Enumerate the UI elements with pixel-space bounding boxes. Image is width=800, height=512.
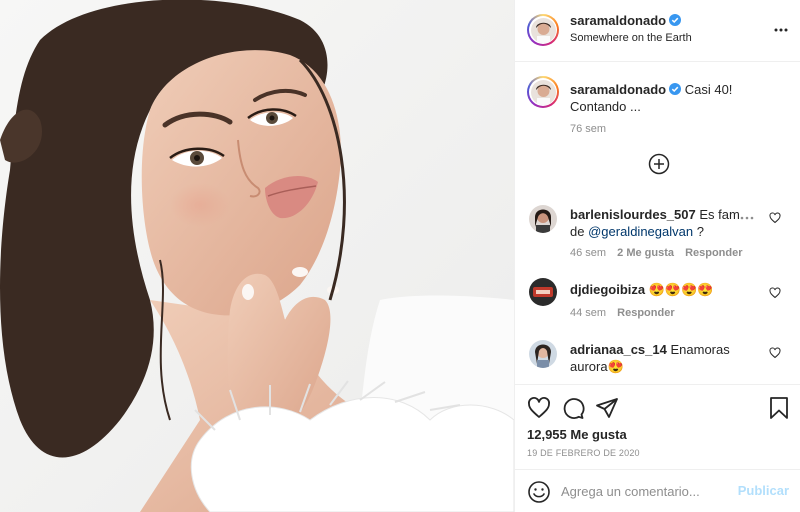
publish-button[interactable]: Publicar <box>738 483 789 498</box>
comment-mention-link[interactable]: @geraldinegalvan <box>588 224 693 239</box>
bookmark-icon[interactable] <box>767 396 791 420</box>
heart-icon[interactable] <box>527 396 551 420</box>
commenter-avatar[interactable] <box>529 340 557 368</box>
caption-text-line2: Contando ... <box>570 99 641 114</box>
author-avatar[interactable] <box>527 14 559 46</box>
commenter-avatar-image <box>529 340 557 368</box>
post-photo[interactable] <box>0 0 514 512</box>
comment-text-line2: aurora😍 <box>570 359 624 374</box>
comment-text-suffix: ? <box>696 224 704 239</box>
post-date[interactable]: 19 DE FEBRERO DE 2020 <box>527 448 640 458</box>
more-options-icon[interactable] <box>773 22 789 38</box>
portrait-illustration <box>0 0 514 512</box>
caption-username[interactable]: saramaldonado <box>570 82 666 97</box>
caption-verified-badge-icon <box>669 83 682 95</box>
post-side-panel: saramaldonado Somewhere on the Earth sar… <box>514 0 800 512</box>
comment-like-heart-icon[interactable] <box>769 212 781 224</box>
comment-like-heart-icon[interactable] <box>769 347 781 359</box>
comment-age[interactable]: 46 sem <box>570 247 606 259</box>
commenter-avatar-image <box>529 205 557 233</box>
post-caption: saramaldonado Casi 40! Contando ... <box>570 81 785 115</box>
comment-username[interactable]: djdiegoibiza <box>570 282 645 297</box>
comment-text-block: djdiegoibiza 😍😍😍😍 <box>570 281 740 298</box>
commenter-avatar[interactable] <box>529 278 557 306</box>
comment-text: Es fam <box>699 207 740 222</box>
instagram-post: saramaldonado Somewhere on the Earth sar… <box>0 0 800 512</box>
comment-username[interactable]: adrianaa_cs_14 <box>570 342 667 357</box>
caption-timestamp[interactable]: 76 sem <box>570 123 606 135</box>
comment-icon[interactable] <box>561 396 585 420</box>
author-avatar-image <box>530 17 556 43</box>
caption-author-avatar[interactable] <box>527 76 559 108</box>
caption-avatar-image <box>530 79 556 105</box>
comment-text: Enamoras <box>670 342 730 357</box>
author-name-row: saramaldonado <box>570 13 682 28</box>
comment-input[interactable] <box>561 480 741 502</box>
comment-age[interactable]: 44 sem <box>570 307 606 319</box>
commenter-avatar-image <box>529 278 557 306</box>
comment-text: 😍😍😍😍 <box>648 282 714 297</box>
post-header: saramaldonado Somewhere on the Earth <box>515 0 800 62</box>
caption-text: Casi 40! <box>684 82 733 97</box>
comment-meta: 46 sem 2 Me gusta Responder <box>570 247 743 259</box>
share-icon[interactable] <box>595 396 619 420</box>
post-location[interactable]: Somewhere on the Earth <box>570 32 692 44</box>
post-likes-count[interactable]: 12,955 Me gusta <box>527 427 627 442</box>
comment-likes[interactable]: 2 Me gusta <box>617 247 674 259</box>
comment-meta: 44 sem Responder <box>570 307 675 319</box>
post-actions: 12,955 Me gusta 19 DE FEBRERO DE 2020 Pu… <box>515 384 800 512</box>
comment-options-icon[interactable] <box>740 215 754 221</box>
author-username[interactable]: saramaldonado <box>570 13 666 28</box>
comment-reply-button[interactable]: Responder <box>685 247 742 259</box>
comment-text-prefix: de <box>570 224 585 239</box>
add-comment-bar: Publicar <box>515 469 800 512</box>
verified-badge-icon <box>669 14 682 26</box>
comment-text-block: adrianaa_cs_14 Enamoras aurora😍 <box>570 341 740 375</box>
comment-reply-button[interactable]: Responder <box>617 307 674 319</box>
comment-text-block: barlenislourdes_507 Es fam de @geraldine… <box>570 206 740 240</box>
emoji-icon[interactable] <box>527 480 551 504</box>
plus-circle-icon[interactable] <box>647 152 671 176</box>
commenter-avatar[interactable] <box>529 205 557 233</box>
comment-username[interactable]: barlenislourdes_507 <box>570 207 696 222</box>
comment-like-heart-icon[interactable] <box>769 287 781 299</box>
